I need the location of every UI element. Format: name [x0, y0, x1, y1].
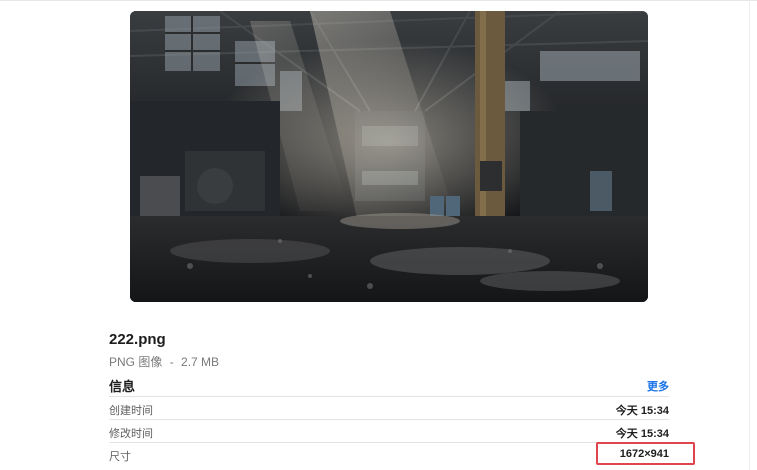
- top-divider: [0, 0, 757, 1]
- info-row-modified: 修改时间 今天 15:34: [109, 419, 669, 442]
- info-value: 1672×941: [619, 448, 669, 460]
- meta-separator: -: [169, 355, 174, 369]
- file-meta: PNG 图像 - 2.7 MB: [109, 353, 219, 370]
- file-type: PNG 图像: [109, 355, 163, 369]
- image-preview[interactable]: [130, 11, 648, 302]
- factory-photo-icon: [130, 11, 648, 302]
- info-table: 创建时间 今天 15:34 修改时间 今天 15:34 尺寸 1672×941: [109, 396, 669, 465]
- info-section-title: 信息: [109, 379, 136, 394]
- info-label: 尺寸: [109, 451, 131, 463]
- info-label: 修改时间: [109, 428, 153, 440]
- info-label: 创建时间: [109, 405, 153, 417]
- file-size: 2.7 MB: [181, 355, 220, 369]
- more-link[interactable]: 更多: [647, 378, 669, 394]
- file-name: 222.png: [109, 331, 166, 348]
- panel-edge: [749, 0, 750, 470]
- info-row-created: 创建时间 今天 15:34: [109, 396, 669, 419]
- info-value: 今天 15:34: [615, 405, 669, 417]
- info-value: 今天 15:34: [615, 428, 669, 440]
- info-row-dimensions: 尺寸 1672×941: [109, 442, 669, 465]
